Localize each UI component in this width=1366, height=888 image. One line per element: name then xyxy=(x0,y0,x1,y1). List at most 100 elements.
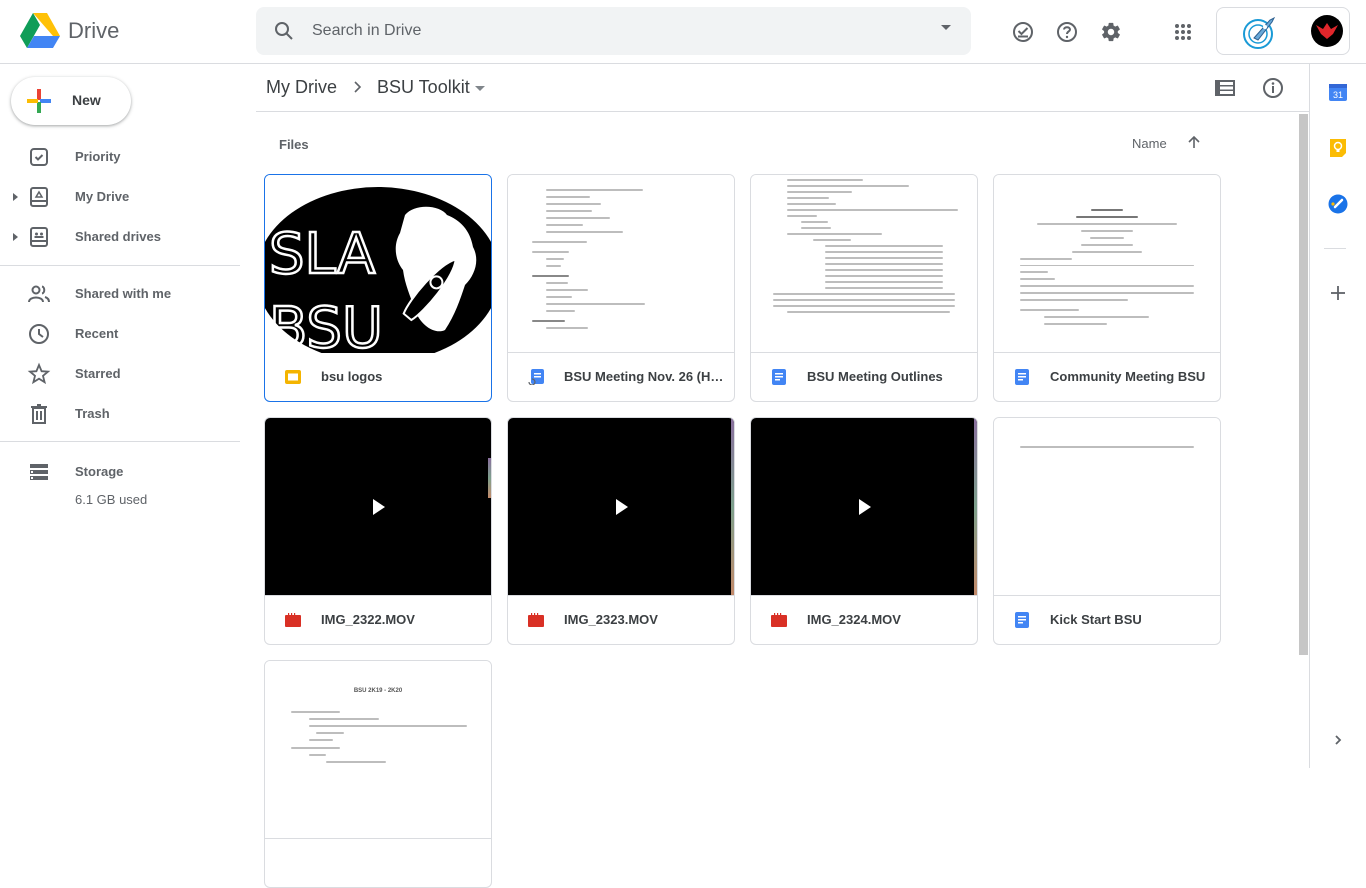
apps-grid-icon xyxy=(1175,24,1191,40)
document-title-preview: BSU 2K19 - 2K20 xyxy=(353,688,403,694)
priority-icon xyxy=(30,148,48,166)
sidebar: New Priority My Drive Shared drives Shar… xyxy=(0,64,256,768)
document-preview xyxy=(532,189,645,334)
video-thumbnail xyxy=(751,418,977,596)
expand-caret-icon[interactable] xyxy=(13,233,18,241)
avatar-emblem-icon xyxy=(1316,23,1338,39)
file-card[interactable]: IMG_2322.MOV xyxy=(264,417,492,645)
app-name[interactable]: Drive xyxy=(68,18,119,44)
file-card[interactable]: BSU Meeting Nov. 26 (Ho... xyxy=(507,174,735,402)
tasks-icon[interactable] xyxy=(1328,194,1348,214)
star-icon xyxy=(27,362,51,385)
file-card[interactable]: BSU Meeting Outlines xyxy=(750,174,978,402)
trash-icon xyxy=(31,404,47,424)
sort-by-name-button[interactable]: Name xyxy=(1132,136,1167,151)
file-thumbnail: BSU 2K19 - 2K20 xyxy=(265,661,491,839)
info-icon[interactable] xyxy=(1261,76,1285,100)
sidebar-item-recent[interactable]: Recent xyxy=(0,318,240,350)
file-card-footer: bsu logos xyxy=(265,353,491,401)
sidebar-item-label: Shared drives xyxy=(75,229,161,244)
list-view-icon[interactable] xyxy=(1213,76,1237,100)
scrollbar-thumb[interactable] xyxy=(1299,114,1308,655)
play-icon[interactable] xyxy=(616,499,628,515)
video-thumbnail xyxy=(508,418,734,596)
breadcrumb-current-folder[interactable]: BSU Toolkit xyxy=(377,77,470,98)
video-artifact xyxy=(731,418,734,595)
file-card-footer: IMG_2323.MOV xyxy=(508,596,734,644)
file-card[interactable]: IMG_2323.MOV xyxy=(507,417,735,645)
file-thumbnail xyxy=(994,175,1220,353)
file-name: Kick Start BSU xyxy=(1050,612,1142,627)
video-artifact xyxy=(488,458,491,498)
file-name: IMG_2323.MOV xyxy=(564,612,658,627)
add-addon-icon[interactable] xyxy=(1328,283,1348,303)
sidebar-item-shared-with-me[interactable]: Shared with me xyxy=(0,278,240,310)
document-preview xyxy=(291,711,467,768)
document-preview xyxy=(1020,446,1194,453)
file-thumbnail xyxy=(751,175,977,353)
file-card-footer: IMG_2324.MOV xyxy=(751,596,977,644)
google-doc-icon xyxy=(772,369,786,385)
sidebar-item-label: Trash xyxy=(75,406,110,421)
search-options-dropdown-icon[interactable] xyxy=(941,25,951,30)
folder-menu-dropdown-icon[interactable] xyxy=(475,86,485,91)
expand-panel-chevron-icon[interactable] xyxy=(1328,730,1348,750)
search-input[interactable] xyxy=(312,19,912,43)
expand-caret-icon[interactable] xyxy=(13,193,18,201)
file-card[interactable]: Kick Start BSU xyxy=(993,417,1221,645)
file-card[interactable]: BSU 2K19 - 2K20 xyxy=(264,660,492,888)
file-card-footer: BSU Meeting Outlines xyxy=(751,353,977,401)
sidebar-item-label: Priority xyxy=(75,149,121,164)
file-name: bsu logos xyxy=(321,369,383,384)
sidebar-item-label: My Drive xyxy=(75,189,130,204)
sidebar-item-label: Starred xyxy=(75,366,121,381)
settings-icon xyxy=(1102,22,1120,42)
organization-logo-icon xyxy=(1243,16,1276,49)
clock-icon xyxy=(29,324,49,344)
file-card-footer: Community Meeting BSU xyxy=(994,353,1220,401)
search-icon[interactable] xyxy=(272,19,296,43)
play-icon[interactable] xyxy=(373,499,385,515)
ready-for-offline-icon xyxy=(1013,22,1033,42)
sidebar-item-starred[interactable]: Starred xyxy=(0,358,240,390)
file-name: BSU Meeting Nov. 26 (Ho... xyxy=(564,369,724,384)
video-file-icon xyxy=(528,613,544,627)
breadcrumb-my-drive[interactable]: My Drive xyxy=(266,77,337,98)
side-panel-divider xyxy=(1324,248,1346,249)
google-doc-icon xyxy=(1015,369,1029,385)
settings-button[interactable] xyxy=(1091,12,1131,52)
sidebar-item-storage[interactable]: Storage xyxy=(0,456,240,488)
my-drive-icon xyxy=(30,187,48,207)
file-name: BSU Meeting Outlines xyxy=(807,369,943,384)
main-toolbar: My Drive BSU Toolkit xyxy=(256,64,1309,112)
chevron-right-icon xyxy=(354,81,362,93)
sidebar-divider xyxy=(0,441,240,442)
side-panel: 31 xyxy=(1309,64,1366,768)
file-card[interactable]: SLA BSU bsu logos xyxy=(264,174,492,402)
drive-logo-icon[interactable] xyxy=(20,13,60,49)
apps-button[interactable] xyxy=(1163,12,1203,52)
new-button[interactable]: New xyxy=(11,77,131,125)
file-name: Community Meeting BSU xyxy=(1050,369,1206,384)
user-avatar[interactable] xyxy=(1311,15,1343,47)
document-preview xyxy=(773,179,963,317)
file-card[interactable]: IMG_2324.MOV xyxy=(750,417,978,645)
help-button[interactable] xyxy=(1047,12,1087,52)
search-bar[interactable] xyxy=(256,7,971,55)
form-shortcut-icon xyxy=(528,369,544,385)
file-card-footer: Kick Start BSU xyxy=(994,596,1220,644)
calendar-icon[interactable]: 31 xyxy=(1328,82,1348,102)
ready-for-offline-button[interactable] xyxy=(1003,12,1043,52)
sidebar-item-trash[interactable]: Trash xyxy=(0,398,240,430)
play-icon[interactable] xyxy=(859,499,871,515)
file-name: IMG_2324.MOV xyxy=(807,612,901,627)
sidebar-item-priority[interactable]: Priority xyxy=(0,141,240,173)
arrow-up-icon[interactable] xyxy=(1186,134,1202,150)
sidebar-item-my-drive[interactable]: My Drive xyxy=(0,181,240,213)
keep-icon[interactable] xyxy=(1328,138,1348,158)
file-card[interactable]: Community Meeting BSU xyxy=(993,174,1221,402)
files-section-label: Files xyxy=(279,137,309,152)
sidebar-divider xyxy=(0,265,240,266)
plus-icon xyxy=(27,89,51,113)
sidebar-item-shared-drives[interactable]: Shared drives xyxy=(0,221,240,253)
